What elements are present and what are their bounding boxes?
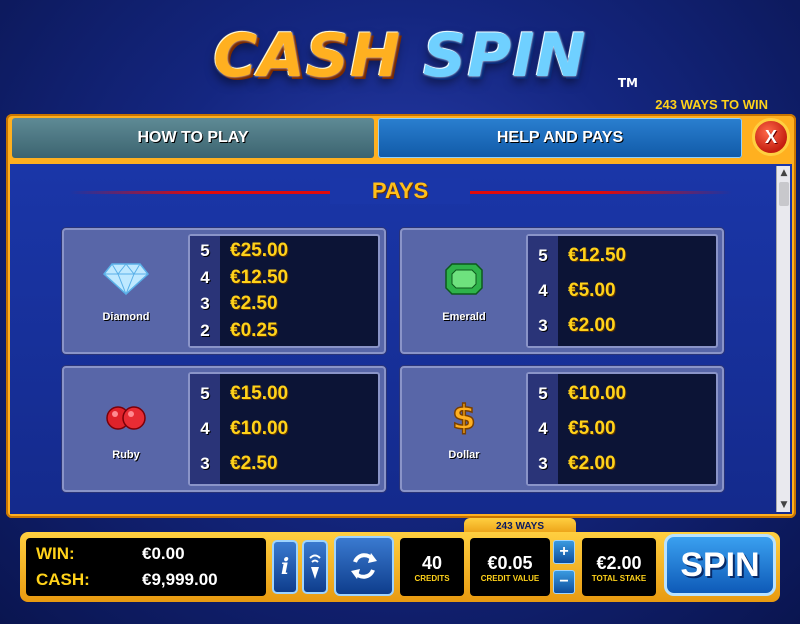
match-count: 4 xyxy=(538,280,548,300)
payout-value: €12.50 xyxy=(568,244,627,266)
payout-value: €25.00 xyxy=(230,240,289,262)
logo-word-cash: CASH xyxy=(213,21,402,91)
payout-value: €10.00 xyxy=(230,417,289,439)
ruby-icon xyxy=(98,397,154,437)
win-label: WIN: xyxy=(36,544,75,563)
match-count: 4 xyxy=(538,418,548,438)
credit-value-stepper: + − xyxy=(552,540,576,594)
balance-display: WIN: €0.00 CASH: €9,999.00 xyxy=(26,538,266,596)
logo-word-spin: SPIN xyxy=(423,21,587,91)
payout-value: €0.25 xyxy=(230,319,278,341)
payout-value: €5.00 xyxy=(568,279,616,301)
match-count: 5 xyxy=(200,383,210,403)
total-stake-value: €2.00 xyxy=(596,552,642,573)
game-logo: CASH SPIN TM xyxy=(180,18,638,94)
match-count: 3 xyxy=(538,454,548,474)
emerald-icon xyxy=(436,259,492,299)
pays-content: PAYS Diamond 5 4 3 2 €25.00 €12.50 €2.50… xyxy=(10,164,792,514)
paytable-card-ruby: Ruby 5 4 3 €15.00 €10.00 €2.50 xyxy=(62,366,386,492)
logo-text: CASH SPIN xyxy=(180,18,620,94)
credits-display: 40 CREDITS xyxy=(400,538,464,596)
match-count: 4 xyxy=(200,418,210,438)
match-count: 4 xyxy=(200,267,210,287)
total-stake-display: €2.00 TOTAL STAKE xyxy=(582,538,656,596)
payout-value: €10.00 xyxy=(568,382,627,404)
autoplay-icon xyxy=(351,553,377,579)
symbol-name: Diamond xyxy=(102,311,150,323)
pay-table: 5 4 3 2 €25.00 €12.50 €2.50 €0.25 xyxy=(188,234,380,348)
paytable-card-diamond: Diamond 5 4 3 2 €25.00 €12.50 €2.50 €0.2… xyxy=(62,228,386,354)
trademark: TM xyxy=(617,76,638,90)
payout-value: €12.50 xyxy=(230,266,289,288)
scroll-thumb[interactable] xyxy=(779,182,789,206)
symbol-cell: Emerald xyxy=(406,234,522,348)
credits-label: CREDITS xyxy=(414,573,450,583)
cash-value: €9,999.00 xyxy=(142,570,218,589)
cash-label: CASH: xyxy=(36,570,90,589)
symbol-name: Emerald xyxy=(442,311,486,323)
scroll-up-icon[interactable]: ▲ xyxy=(777,166,791,180)
pays-title: PAYS xyxy=(330,178,470,204)
payout-value: €2.50 xyxy=(230,293,278,315)
payout-value: €2.00 xyxy=(568,453,616,475)
ways-to-win-label: 243 WAYS TO WIN xyxy=(655,97,768,112)
symbol-name: Dollar xyxy=(448,449,480,461)
svg-text:$: $ xyxy=(452,399,476,435)
tab-how-to-play[interactable]: HOW TO PLAY xyxy=(12,118,374,158)
payout-value: €2.00 xyxy=(568,315,616,337)
symbol-cell: Diamond xyxy=(68,234,184,348)
scroll-down-icon[interactable]: ▼ xyxy=(777,498,791,512)
pay-table: 5 4 3 €10.00 €5.00 €2.00 xyxy=(526,372,718,486)
match-count: 3 xyxy=(200,454,210,474)
dollar-icon: $ xyxy=(436,397,492,437)
match-count: 5 xyxy=(200,241,210,261)
sound-icon xyxy=(309,554,321,579)
credit-value-label: CREDIT VALUE xyxy=(480,573,540,583)
scrollbar[interactable]: ▲ ▼ xyxy=(776,166,790,512)
decrease-credit-button[interactable]: − xyxy=(553,570,575,594)
info-icon: i xyxy=(280,554,290,580)
sound-button[interactable] xyxy=(302,540,328,594)
pay-table: 5 4 3 €12.50 €5.00 €2.00 xyxy=(526,234,718,348)
tab-help-and-pays[interactable]: HELP AND PAYS xyxy=(378,118,742,158)
pay-table: 5 4 3 €15.00 €10.00 €2.50 xyxy=(188,372,380,486)
total-stake-label: TOTAL STAKE xyxy=(591,573,647,583)
paytable-card-dollar: $ Dollar 5 4 3 €10.00 €5.00 €2.00 xyxy=(400,366,724,492)
symbol-cell: Ruby xyxy=(68,372,184,486)
match-count: 3 xyxy=(538,316,548,336)
symbol-name: Ruby xyxy=(112,449,140,461)
match-count: 2 xyxy=(200,320,210,340)
close-button[interactable]: X xyxy=(752,118,790,156)
autoplay-button[interactable] xyxy=(334,536,394,596)
paytable-card-emerald: Emerald 5 4 3 €12.50 €5.00 €2.00 xyxy=(400,228,724,354)
payout-value: €5.00 xyxy=(568,417,616,439)
match-count: 3 xyxy=(200,294,210,314)
payout-value: €2.50 xyxy=(230,453,278,475)
match-count: 5 xyxy=(538,245,548,265)
increase-credit-button[interactable]: + xyxy=(553,540,575,564)
credit-value: €0.05 xyxy=(487,552,533,573)
credits-value: 40 xyxy=(421,552,443,573)
diamond-icon xyxy=(98,259,154,299)
match-count: 5 xyxy=(538,383,548,403)
symbol-cell: $ Dollar xyxy=(406,372,522,486)
payout-value: €15.00 xyxy=(230,382,289,404)
credit-value-display: €0.05 CREDIT VALUE xyxy=(470,538,550,596)
help-panel: HOW TO PLAY HELP AND PAYS X PAYS Diamond xyxy=(6,114,796,518)
win-value: €0.00 xyxy=(142,544,185,563)
spin-button[interactable]: SPIN xyxy=(664,534,776,596)
info-button[interactable]: i xyxy=(272,540,298,594)
